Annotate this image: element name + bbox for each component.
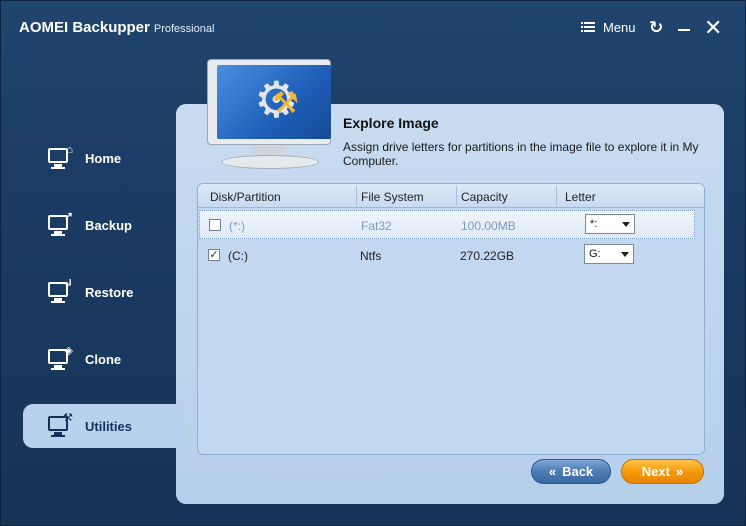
app-title: AOMEI Backupper Professional [19, 19, 214, 36]
sidebar-item-label: Restore [85, 284, 134, 300]
sidebar-item-restore[interactable]: ↲ Restore [23, 270, 183, 314]
app-edition: Professional [153, 23, 215, 35]
chevron-down-icon [621, 252, 629, 257]
double-chevron-right-icon: » [675, 464, 684, 479]
table-row[interactable]: (*:) Fat32 100.00MB *: [199, 210, 695, 239]
restore-icon: ↲ [47, 279, 73, 305]
app-window: AOMEI Backupper Professional Menu ↻ ✕ ⌂ H… [0, 0, 746, 526]
letter-dropdown[interactable]: *: [585, 214, 635, 234]
sidebar-item-home[interactable]: ⌂ Home [23, 136, 183, 180]
page-title: Explore Image [343, 115, 439, 131]
utilities-icon: ⚒ [47, 413, 73, 439]
file-system-cell: Fat32 [361, 219, 392, 233]
capacity-cell: 100.00MB [461, 219, 516, 233]
clone-icon: ◈ [47, 346, 73, 372]
sidebar-item-clone[interactable]: ◈ Clone [23, 337, 183, 381]
utilities-monitor-illustration: ⚙ ⚒ [203, 59, 335, 175]
close-button[interactable]: ✕ [704, 15, 722, 41]
home-icon: ⌂ [47, 145, 73, 171]
row-checkbox[interactable]: ✓ [208, 249, 220, 261]
backup-icon: ↗ [47, 212, 73, 238]
letter-value: G: [589, 248, 601, 260]
title-bar: AOMEI Backupper Professional Menu ↻ ✕ [1, 1, 745, 57]
monitor-frame: ⚙ ⚒ [207, 59, 331, 145]
row-checkbox[interactable] [209, 219, 221, 231]
menu-label: Menu [603, 20, 636, 35]
back-button[interactable]: « Back [531, 459, 611, 484]
page-description: Assign drive letters for partitions in t… [343, 140, 699, 168]
sidebar-item-utilities[interactable]: ⚒ Utilities [23, 404, 183, 448]
tools-icon: ⚒ [272, 87, 299, 120]
monitor-base [221, 155, 319, 169]
table-header: Disk/Partition File System Capacity Lett… [198, 184, 704, 208]
file-system-cell: Ntfs [360, 249, 382, 263]
double-chevron-left-icon: « [548, 464, 557, 479]
table-row[interactable]: ✓ (C:) Ntfs 270.22GB G: [199, 241, 695, 270]
chevron-down-icon [622, 222, 630, 227]
capacity-cell: 270.22GB [460, 249, 515, 263]
column-header-capacity: Capacity [461, 190, 508, 204]
sidebar-item-label: Home [85, 150, 122, 166]
menu-button[interactable]: Menu [581, 20, 636, 35]
column-header-letter: Letter [565, 190, 596, 204]
monitor-screen: ⚙ ⚒ [217, 65, 331, 139]
next-button[interactable]: Next » [621, 459, 704, 484]
sidebar-item-backup[interactable]: ↗ Backup [23, 203, 183, 247]
column-header-file-system: File System [361, 190, 424, 204]
sidebar-item-label: Utilities [85, 418, 132, 434]
refresh-icon[interactable]: ↻ [649, 18, 663, 38]
letter-dropdown[interactable]: G: [584, 244, 634, 264]
column-header-partition: Disk/Partition [210, 190, 281, 204]
app-name: AOMEI Backupper [19, 19, 150, 36]
partition-cell: (*:) [229, 219, 245, 233]
menu-icon [581, 22, 595, 33]
letter-value: *: [590, 218, 598, 230]
sidebar-item-label: Clone [85, 351, 122, 367]
partition-table: Disk/Partition File System Capacity Lett… [197, 183, 705, 455]
partition-cell: (C:) [228, 249, 248, 263]
sidebar-item-label: Backup [85, 217, 132, 233]
next-label: Next [641, 464, 670, 479]
back-label: Back [562, 464, 594, 479]
minimize-button[interactable] [678, 29, 690, 31]
